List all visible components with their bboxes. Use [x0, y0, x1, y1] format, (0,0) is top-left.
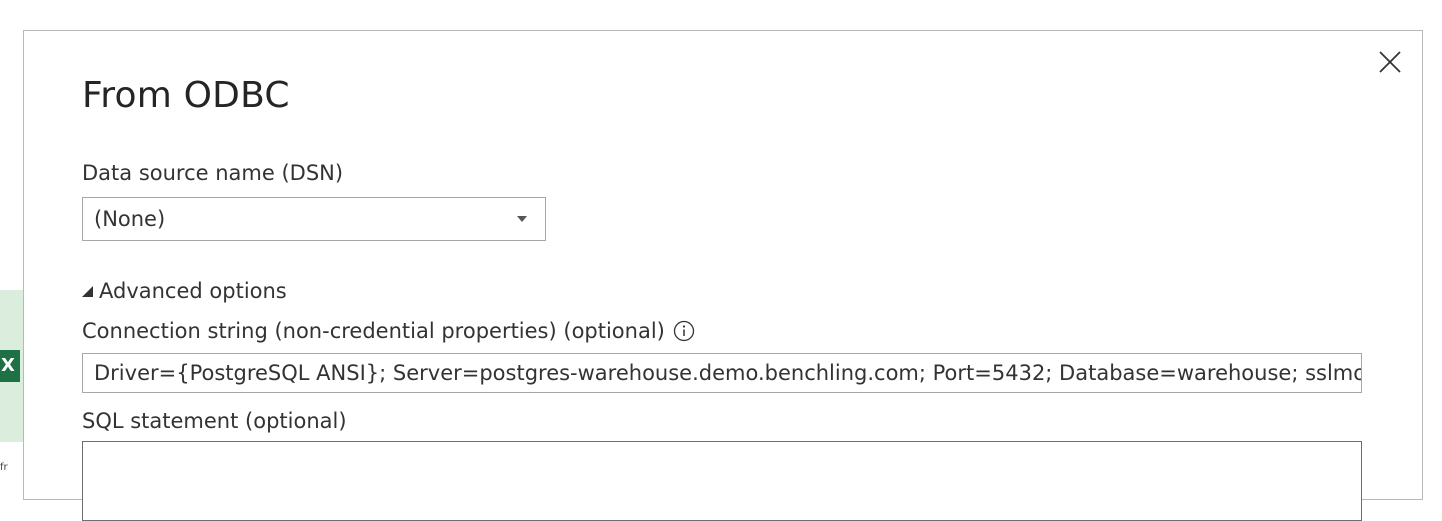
connection-string-input[interactable]: Driver={PostgreSQL ANSI}; Server=postgre…: [82, 353, 1362, 393]
dialog-title: From ODBC: [82, 75, 290, 116]
connection-string-label-row: Connection string (non-credential proper…: [82, 319, 695, 343]
advanced-options-toggle[interactable]: Advanced options: [82, 279, 287, 303]
dsn-label: Data source name (DSN): [82, 161, 344, 185]
close-button[interactable]: [1370, 45, 1410, 79]
connection-string-label: Connection string (non-credential proper…: [82, 319, 665, 343]
close-icon: [1379, 51, 1401, 73]
sql-statement-label: SQL statement (optional): [82, 409, 347, 433]
info-icon[interactable]: [673, 320, 695, 342]
dsn-selected-value: (None): [94, 207, 166, 231]
connection-string-value: Driver={PostgreSQL ANSI}; Server=postgre…: [94, 361, 1362, 385]
excel-icon: X: [0, 350, 20, 382]
chevron-down-icon: [517, 216, 527, 222]
expanded-triangle-icon: [82, 285, 93, 297]
dsn-dropdown[interactable]: (None): [82, 197, 546, 241]
advanced-options-label: Advanced options: [99, 279, 287, 303]
background-app-text: fr: [0, 462, 8, 473]
sql-statement-textarea[interactable]: [82, 441, 1362, 521]
odbc-dialog: From ODBC Data source name (DSN) (None) …: [23, 30, 1423, 521]
